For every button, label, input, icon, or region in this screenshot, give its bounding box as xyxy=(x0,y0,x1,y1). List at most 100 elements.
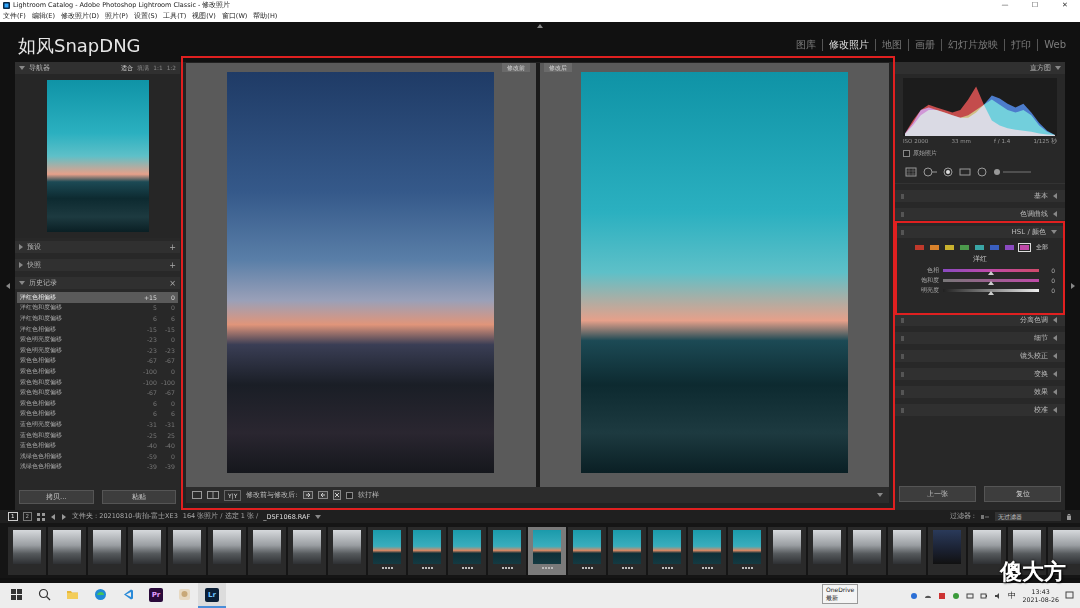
thumbnail-photo[interactable] xyxy=(533,530,561,564)
copy-button[interactable]: 拷贝... xyxy=(19,490,94,504)
filmstrip-thumbnail[interactable] xyxy=(728,527,766,575)
thumbnail-photo[interactable] xyxy=(333,530,361,564)
color-swatch[interactable] xyxy=(973,243,986,252)
panel-header[interactable]: 细节 xyxy=(895,332,1065,344)
thumbnail-photo[interactable] xyxy=(613,530,641,564)
after-photo[interactable] xyxy=(581,72,848,473)
star-rating[interactable] xyxy=(582,567,593,569)
taskbar-app[interactable] xyxy=(30,583,58,608)
swap-icon[interactable] xyxy=(333,490,341,500)
toolbar-menu-icon[interactable] xyxy=(877,493,883,497)
thumbnail-photo[interactable] xyxy=(93,530,121,564)
slider-track[interactable] xyxy=(943,289,1039,292)
slider-thumb[interactable] xyxy=(988,291,994,295)
star-rating[interactable] xyxy=(702,567,713,569)
slider-value[interactable]: 0 xyxy=(1043,277,1055,284)
history-row[interactable]: 洋红色相偏移+150 xyxy=(17,292,178,303)
original-photo-row[interactable]: 原始照片 xyxy=(895,146,1065,160)
color-swatch[interactable] xyxy=(988,243,1001,252)
filmstrip-thumbnail[interactable] xyxy=(8,527,46,575)
history-row[interactable]: 紫色饱和度偏移-100-100 xyxy=(17,377,178,388)
volume-icon[interactable] xyxy=(994,592,1002,600)
history-row[interactable]: 洋红色相偏移-15-15 xyxy=(17,324,178,335)
disclosure-icon[interactable] xyxy=(1051,230,1057,234)
panel-header[interactable]: 分离色调 xyxy=(895,314,1065,326)
filmstrip-thumbnail[interactable] xyxy=(528,527,566,575)
panel-header[interactable]: 校准 xyxy=(895,404,1065,416)
thumbnail-photo[interactable] xyxy=(253,530,281,564)
panel-action[interactable]: + xyxy=(169,261,176,270)
close-button[interactable]: ✕ xyxy=(1050,0,1080,11)
slider-thumb[interactable] xyxy=(988,281,994,285)
star-rating[interactable] xyxy=(662,567,673,569)
star-rating[interactable] xyxy=(462,567,473,569)
disclosure-icon[interactable] xyxy=(19,262,23,268)
collapse-icon[interactable] xyxy=(1071,283,1075,289)
zoom-option[interactable]: 1:2 xyxy=(167,65,176,71)
panel-header[interactable]: 基本 xyxy=(895,190,1065,202)
module-tab[interactable]: 修改照片 xyxy=(822,39,875,51)
history-row[interactable]: 紫色明亮度偏移-23-23 xyxy=(17,345,178,356)
bluetooth-icon[interactable] xyxy=(910,592,918,600)
copy-settings-icon[interactable] xyxy=(303,491,313,499)
thumbnail-photo[interactable] xyxy=(573,530,601,564)
history-row[interactable]: 紫色色相偏移60 xyxy=(17,398,178,409)
soft-proof-checkbox[interactable] xyxy=(346,492,353,499)
thumbnail-photo[interactable] xyxy=(293,530,321,564)
menu-item[interactable]: 修改照片(D) xyxy=(61,11,99,22)
filmstrip-thumbnail[interactable] xyxy=(688,527,726,575)
notification-icon[interactable] xyxy=(1065,591,1074,600)
filmstrip-thumbnail[interactable] xyxy=(888,527,926,575)
panel-switch-icon[interactable] xyxy=(901,336,904,341)
filmstrip-thumbnail[interactable] xyxy=(88,527,126,575)
menu-item[interactable]: 帮助(H) xyxy=(253,11,277,22)
thumbnail-photo[interactable] xyxy=(813,530,841,564)
module-tab[interactable]: 画册 xyxy=(908,39,941,51)
thumbnail-photo[interactable] xyxy=(13,530,41,564)
spot-removal-icon[interactable] xyxy=(923,167,937,177)
compare-view-icon[interactable] xyxy=(207,491,219,499)
filter-select[interactable]: 无过滤器 xyxy=(995,512,1061,521)
panel-header[interactable]: 效果 xyxy=(895,386,1065,398)
panel-switch-icon[interactable] xyxy=(901,230,904,235)
history-row[interactable]: 紫色色相偏移66 xyxy=(17,409,178,420)
loupe-view-icon[interactable] xyxy=(192,491,202,499)
panel-header[interactable]: HSL / 颜色 xyxy=(895,226,1065,238)
menu-item[interactable]: 窗口(W) xyxy=(222,11,248,22)
panel-switch-icon[interactable] xyxy=(901,318,904,323)
history-row[interactable]: 洋红饱和度偏移50 xyxy=(17,303,178,314)
disclosure-icon[interactable] xyxy=(1053,211,1057,217)
reset-button[interactable]: 复位 xyxy=(984,486,1061,502)
panel-header[interactable]: 变换 xyxy=(895,368,1065,380)
disclosure-icon[interactable] xyxy=(1055,66,1061,70)
history-row[interactable]: 蓝色色相偏移-40-40 xyxy=(17,440,178,451)
thumbnail-photo[interactable] xyxy=(1053,530,1080,564)
star-rating[interactable] xyxy=(542,567,553,569)
filmstrip-thumbnail[interactable] xyxy=(568,527,606,575)
panel-header[interactable]: 历史记录× xyxy=(15,277,180,289)
filmstrip-thumbnail[interactable] xyxy=(488,527,526,575)
filmstrip-thumbnail[interactable] xyxy=(368,527,406,575)
lock-icon[interactable] xyxy=(1066,513,1072,521)
right-panel-toggle[interactable] xyxy=(1065,62,1080,510)
paste-button[interactable]: 粘贴 xyxy=(102,490,177,504)
color-swatch[interactable] xyxy=(1003,243,1016,252)
taskbar-app[interactable] xyxy=(86,583,114,608)
history-row[interactable]: 蓝色明亮度偏移-31-31 xyxy=(17,419,178,430)
disclosure-icon[interactable] xyxy=(1053,193,1057,199)
clock[interactable]: 13:432021-08-26 xyxy=(1022,588,1059,604)
thumbnail-photo[interactable] xyxy=(733,530,761,564)
slider-value[interactable]: 0 xyxy=(1043,267,1055,274)
thumbnail-photo[interactable] xyxy=(933,530,961,564)
color-swatch[interactable] xyxy=(943,243,956,252)
monitor-button[interactable]: 2 xyxy=(23,512,33,521)
histogram-header[interactable]: 直方图 xyxy=(895,62,1065,74)
filmstrip-thumbnail[interactable] xyxy=(48,527,86,575)
history-row[interactable]: 洋红饱和度偏移66 xyxy=(17,313,178,324)
panel-header[interactable]: 快照+ xyxy=(15,259,180,271)
panel-header[interactable]: 镜头校正 xyxy=(895,350,1065,362)
disclosure-icon[interactable] xyxy=(19,66,25,70)
module-tab[interactable]: 地图 xyxy=(875,39,908,51)
input-method[interactable]: 中 xyxy=(1008,590,1016,601)
thumbnail-photo[interactable] xyxy=(53,530,81,564)
